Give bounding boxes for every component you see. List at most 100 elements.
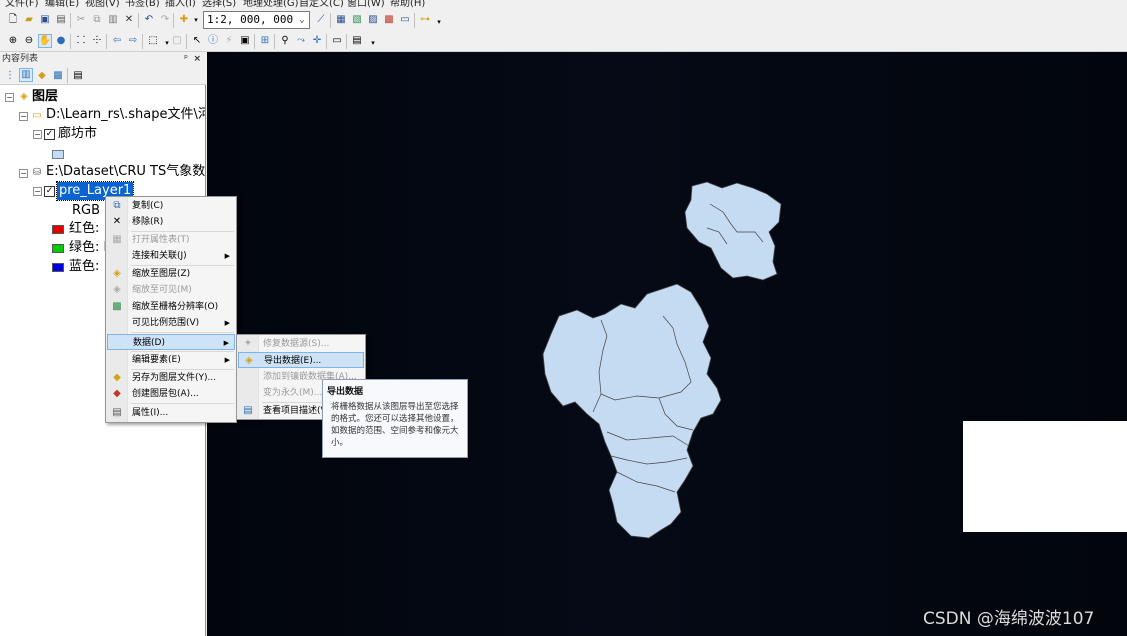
menu-insert[interactable]: 插入(I): [165, 0, 196, 8]
identify-icon[interactable]: ⓘ: [206, 34, 220, 48]
menu-item-remove[interactable]: ✕ 移除(R): [107, 214, 235, 230]
map-scale-input[interactable]: 1:2, 000, 000 ⌄: [203, 11, 310, 29]
hyperlink-icon[interactable]: ⚡: [222, 34, 236, 48]
menu-customize[interactable]: 自定义(C): [299, 0, 344, 8]
list-by-visibility-icon[interactable]: ◆: [35, 69, 49, 83]
menu-file[interactable]: 文件(F): [5, 0, 39, 8]
arctoolbox-icon[interactable]: ▭: [398, 13, 412, 27]
time-slider-icon[interactable]: ▭: [330, 34, 344, 48]
menu-item-copy[interactable]: ⧉ 复制(C): [107, 198, 235, 214]
pin-icon[interactable]: ᵖ: [184, 52, 188, 66]
submenu-arrow-icon: ▶: [223, 339, 229, 347]
open-icon[interactable]: ▰: [22, 13, 36, 27]
menu-view[interactable]: 视图(V): [85, 0, 120, 8]
export-data-tooltip: 导出数据 将栅格数据从该图层导出至您选择的格式。您还可以选择其他设置，如数据的范…: [322, 379, 468, 458]
paste-icon[interactable]: ▥: [106, 13, 120, 27]
print-icon[interactable]: ▤: [54, 13, 68, 27]
model-builder-icon[interactable]: ⊶: [418, 13, 432, 27]
layers-root-label[interactable]: 图层: [32, 88, 58, 106]
pan-icon[interactable]: ✋: [38, 34, 52, 48]
toolbar-overflow-icon[interactable]: ▾: [432, 15, 446, 29]
list-by-selection-icon[interactable]: ▩: [51, 69, 65, 83]
fixed-zoom-in-icon[interactable]: ⸬: [74, 34, 88, 48]
chevron-down-icon[interactable]: ⌄: [295, 12, 309, 28]
add-data-dropdown-icon[interactable]: ▾: [189, 13, 203, 27]
zoom-out-icon[interactable]: ⊖: [22, 34, 36, 48]
green-band-swatch: [52, 244, 64, 253]
menu-selection[interactable]: 选择(S): [202, 0, 236, 8]
menu-geoprocessing[interactable]: 地理处理(G): [243, 0, 299, 8]
forward-icon[interactable]: ⇨: [126, 34, 140, 48]
back-icon[interactable]: ⇦: [110, 34, 124, 48]
menu-item-save-as-layer-file[interactable]: ◆ 另存为图层文件(Y)...: [107, 370, 235, 386]
menu-item-zoom-raster-resolution[interactable]: ▩ 缩放至栅格分辨率(O): [107, 299, 235, 315]
menu-item-export-data[interactable]: ◈ 导出数据(E)...: [238, 352, 364, 368]
toolbar-overflow-icon[interactable]: ▾: [366, 36, 380, 50]
fixed-zoom-out-icon[interactable]: ⸭: [90, 34, 104, 48]
menu-item-create-layer-package[interactable]: ◆ 创建图层包(A)...: [107, 386, 235, 402]
tools-toolbar: ⊕ ⊖ ✋ ● ⸬ ⸭ ⇦ ⇨ ⬚ ▾ ▢ ↖ ⓘ ⚡ ▣ ⊞ ⚲ ⤳ ✛ ▭ …: [0, 31, 1127, 52]
source-dataset-label[interactable]: E:\Dataset\CRU TS气象数据: [46, 163, 205, 181]
menu-item-joins-relates[interactable]: 连接和关联(J) ▶: [107, 248, 235, 264]
clear-selection-icon[interactable]: ▢: [170, 34, 184, 48]
repair-icon: ✦: [243, 338, 253, 349]
find-icon[interactable]: ⚲: [278, 34, 292, 48]
menu-item-data[interactable]: 数据(D) ▶: [107, 334, 235, 350]
collapse-icon[interactable]: −: [19, 112, 28, 121]
delete-icon[interactable]: ✕: [122, 13, 136, 27]
source-folder-label[interactable]: D:\Learn_rs\.shape文件\河北: [46, 106, 205, 124]
find-route-icon[interactable]: ⤳: [294, 34, 308, 48]
create-viewer-icon[interactable]: ▤: [350, 34, 364, 48]
collapse-icon[interactable]: −: [5, 93, 14, 102]
html-popup-icon[interactable]: ▣: [238, 34, 252, 48]
new-document-icon[interactable]: 🗋: [6, 13, 20, 27]
menu-item-zoom-to-layer[interactable]: ◈ 缩放至图层(Z): [107, 266, 235, 282]
menu-item-repair-data-source[interactable]: ✦ 修复数据源(S)...: [238, 336, 364, 352]
select-features-icon[interactable]: ⬚: [146, 34, 160, 48]
go-to-xy-icon[interactable]: ✛: [310, 34, 324, 48]
menu-item-label: 编辑要素(E): [132, 355, 181, 365]
properties-icon: ▤: [112, 407, 122, 418]
rgb-label: RGB: [72, 203, 101, 218]
full-extent-icon[interactable]: ●: [54, 34, 68, 48]
table-of-contents-icon[interactable]: ▧: [350, 13, 364, 27]
menu-item-properties[interactable]: ▤ 属性(I)...: [107, 405, 235, 421]
copy-toolbar-icon[interactable]: ⧉: [90, 13, 104, 27]
menu-item-zoom-to-visible[interactable]: ◈ 缩放至可见(M): [107, 282, 235, 298]
measure-icon[interactable]: ⊞: [258, 34, 272, 48]
editor-toolbar-icon[interactable]: ⟋: [314, 13, 328, 27]
menu-help[interactable]: 帮助(H): [390, 0, 425, 8]
close-icon[interactable]: ×: [193, 52, 201, 66]
layer-visibility-checkbox[interactable]: ✓: [44, 186, 55, 197]
catalog-icon[interactable]: ▨: [366, 13, 380, 27]
select-elements-icon[interactable]: ↖: [190, 34, 204, 48]
zoom-layer-icon: ◈: [113, 268, 121, 279]
toolbar-separator: [70, 34, 71, 49]
toolbar-separator: [173, 13, 174, 28]
undo-icon[interactable]: ↶: [142, 13, 156, 27]
collapse-icon[interactable]: −: [33, 187, 42, 196]
zoom-in-icon[interactable]: ⊕: [6, 34, 20, 48]
tooltip-title: 导出数据: [327, 387, 364, 397]
menu-item-open-attribute-table[interactable]: ▦ 打开属性表(T): [107, 232, 235, 248]
menu-windows[interactable]: 窗口(W): [347, 0, 385, 8]
layer-langfang-label[interactable]: 廊坊市: [58, 125, 97, 143]
collapse-icon[interactable]: −: [33, 130, 42, 139]
menu-edit[interactable]: 编辑(E): [45, 0, 79, 8]
menu-item-label: 修复数据源(S)...: [263, 339, 330, 349]
layer-visibility-checkbox[interactable]: ✓: [44, 129, 55, 140]
redo-icon[interactable]: ↷: [158, 13, 172, 27]
menu-item-edit-features[interactable]: 编辑要素(E) ▶: [107, 352, 235, 368]
list-by-drawing-order-icon[interactable]: ⋮: [3, 69, 17, 83]
search-window-icon[interactable]: ▩: [382, 13, 396, 27]
editor-icon[interactable]: ▦: [334, 13, 348, 27]
collapse-icon[interactable]: −: [19, 169, 28, 178]
cut-icon[interactable]: ✂: [74, 13, 88, 27]
save-icon[interactable]: ▣: [38, 13, 52, 27]
options-icon[interactable]: ▤: [71, 69, 85, 83]
menu-bookmarks[interactable]: 书签(B): [125, 0, 160, 8]
copy-icon: ⧉: [113, 200, 121, 211]
list-by-source-icon[interactable]: ▥: [19, 68, 33, 82]
menu-item-visible-scale-range[interactable]: 可见比例范围(V) ▶: [107, 315, 235, 331]
polygon-symbol-swatch[interactable]: [52, 150, 64, 159]
